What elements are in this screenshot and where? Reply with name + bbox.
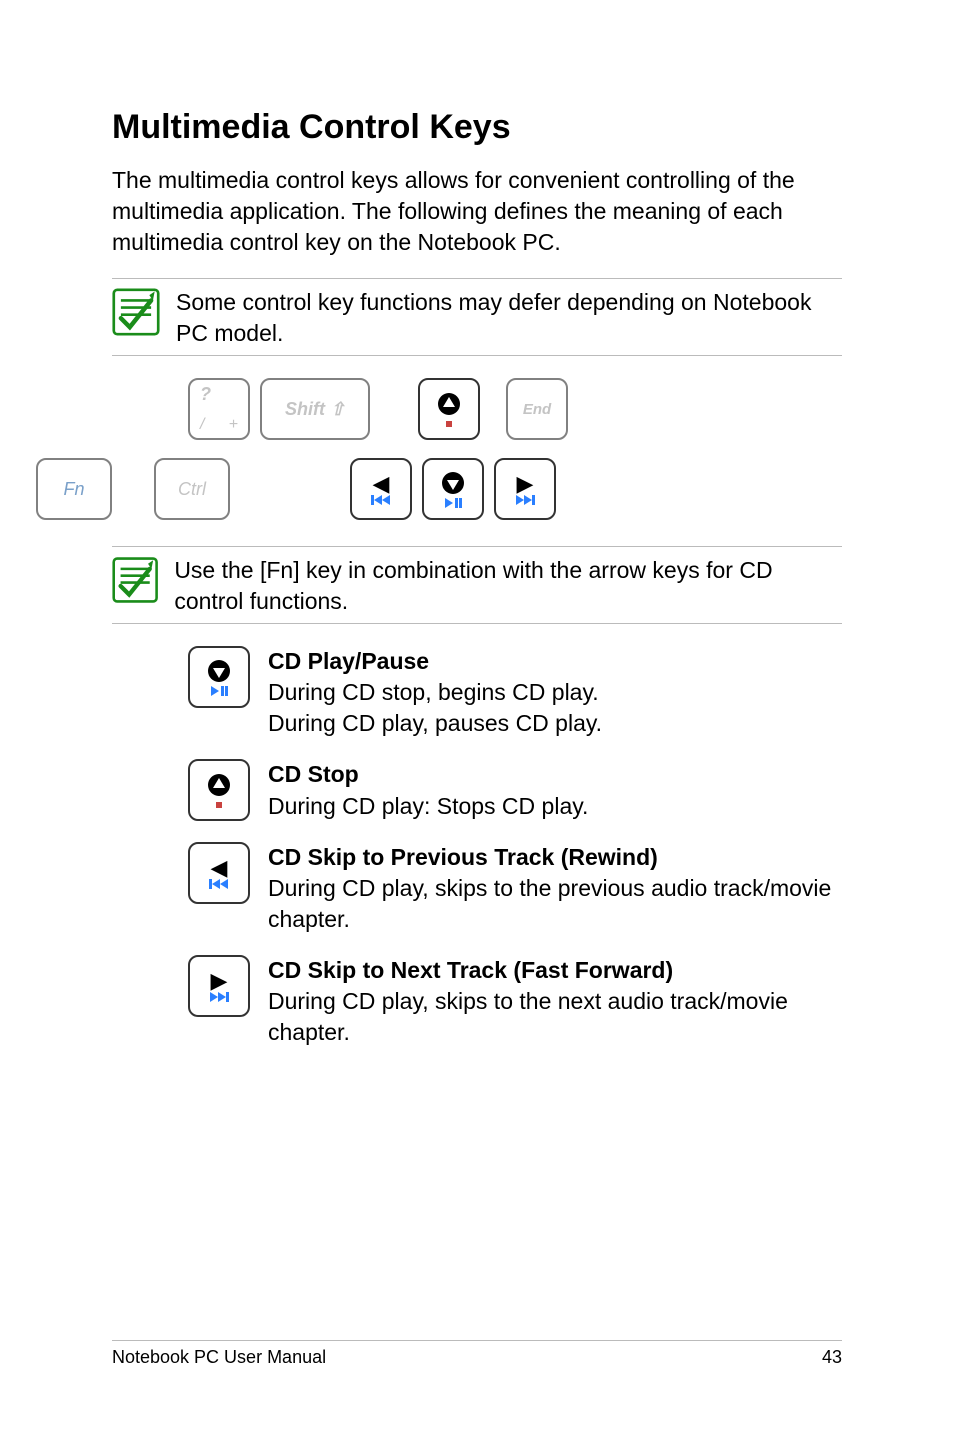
note-block-1: Some control key functions may defer dep…: [112, 278, 842, 356]
note-block-2: Use the [Fn] key in combination with the…: [112, 546, 842, 624]
key-question-slash: ? /+: [188, 378, 250, 440]
key-icon-prev-def: ◀: [188, 842, 250, 904]
key-end: End: [506, 378, 568, 440]
def-prev-title: CD Skip to Previous Track (Rewind): [268, 842, 842, 873]
def-next-line1: During CD play, skips to the next audio …: [268, 986, 842, 1048]
def-next-title: CD Skip to Next Track (Fast Forward): [268, 955, 842, 986]
key-arrow-right-next: ▶: [494, 458, 556, 520]
def-playpause-title: CD Play/Pause: [268, 646, 602, 677]
arrow-up-stop-icon: [207, 773, 231, 797]
key-arrow-down-playpause: [422, 458, 484, 520]
left-triangle-icon: ◀: [373, 473, 390, 495]
def-next: ▶ CD Skip to Next Track (Fast Forward) D…: [112, 955, 842, 1048]
play-pause-icon: [209, 686, 229, 696]
key-arrow-left-prev: ◀: [350, 458, 412, 520]
page-title: Multimedia Control Keys: [112, 108, 842, 147]
right-triangle-icon: ▶: [517, 473, 534, 495]
footer-left: Notebook PC User Manual: [112, 1347, 326, 1368]
play-pause-icon: [443, 498, 463, 508]
key-ctrl: Ctrl: [154, 458, 230, 520]
arrow-up-stop-icon: [437, 392, 461, 416]
right-triangle-icon: ▶: [211, 970, 228, 992]
key-fn: Fn: [36, 458, 112, 520]
keyboard-diagram: ? /+ Shift ⇧ End Fn Ctrl ◀: [112, 378, 842, 520]
stop-icon: [216, 802, 222, 808]
definition-list: CD Play/Pause During CD stop, begins CD …: [112, 646, 842, 1048]
def-stop-line1: During CD play: Stops CD play.: [268, 791, 588, 822]
def-playpause-line2: During CD play, pauses CD play.: [268, 708, 602, 739]
note-text-1: Some control key functions may defer dep…: [176, 285, 842, 349]
key-shift: Shift ⇧: [260, 378, 370, 440]
note-icon: [112, 285, 160, 339]
stop-icon: [446, 421, 452, 427]
page-footer: Notebook PC User Manual 43: [112, 1340, 842, 1368]
prev-track-icon: [371, 495, 391, 505]
next-track-icon: [515, 495, 535, 505]
def-prev: ◀ CD Skip to Previous Track (Rewind) Dur…: [112, 842, 842, 935]
key-arrow-up-stop: [418, 378, 480, 440]
next-track-icon: [209, 992, 229, 1002]
arrow-down-playpause-icon: [207, 659, 231, 683]
def-playpause: CD Play/Pause During CD stop, begins CD …: [112, 646, 842, 739]
arrow-down-playpause-icon: [441, 471, 465, 495]
def-stop: CD Stop During CD play: Stops CD play.: [112, 759, 842, 821]
note-text-2: Use the [Fn] key in combination with the…: [174, 553, 842, 617]
prev-track-icon: [209, 879, 229, 889]
def-stop-title: CD Stop: [268, 759, 588, 790]
footer-page-number: 43: [822, 1347, 842, 1368]
key-icon-playpause-def: [188, 646, 250, 708]
key-icon-stop-def: [188, 759, 250, 821]
def-prev-line1: During CD play, skips to the previous au…: [268, 873, 842, 935]
intro-paragraph: The multimedia control keys allows for c…: [112, 165, 842, 258]
key-icon-next-def: ▶: [188, 955, 250, 1017]
left-triangle-icon: ◀: [211, 857, 228, 879]
note-icon: [112, 553, 158, 607]
def-playpause-line1: During CD stop, begins CD play.: [268, 677, 602, 708]
